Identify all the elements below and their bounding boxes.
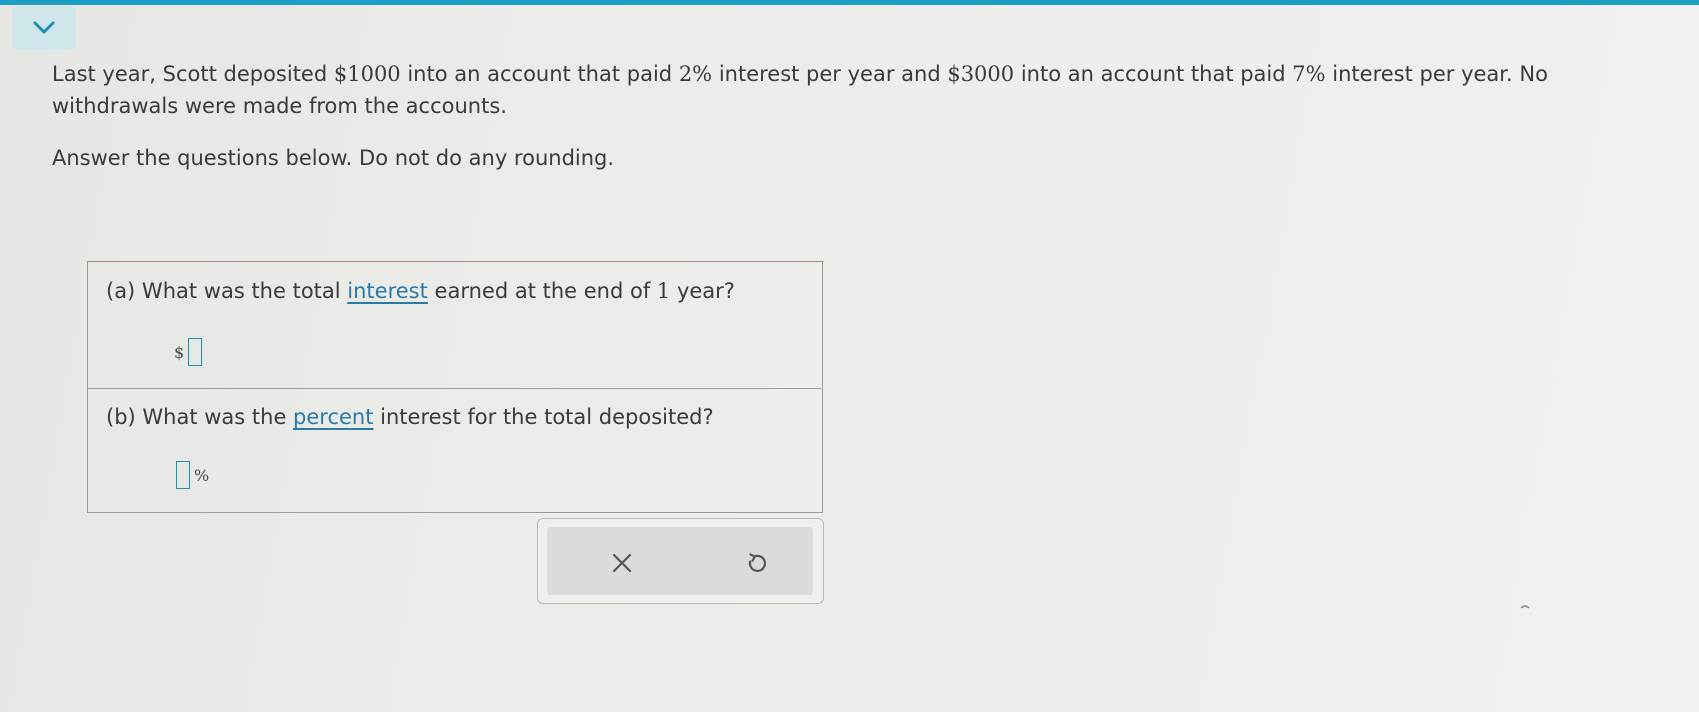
interest-link[interactable]: interest [347, 279, 428, 303]
percent-link[interactable]: percent [293, 405, 373, 429]
question-a-suffix: year? [670, 279, 735, 303]
question-b-section: (b) What was the percent interest for th… [88, 389, 821, 512]
question-b-prefix: (b) What was the [106, 405, 294, 429]
answer-a-row: $ [174, 338, 206, 366]
action-bar [547, 527, 813, 595]
question-a-number: 1 [656, 279, 671, 303]
interest-rate-2: 7% [1292, 62, 1326, 86]
question-a-section: (a) What was the total interest earned a… [88, 262, 821, 389]
dollar-unit: $ [174, 342, 185, 362]
interest-rate-1: 2% [678, 62, 713, 86]
question-b-text: (b) What was the percent interest for th… [106, 405, 714, 429]
instruction-text: Answer the questions below. Do not do an… [52, 146, 615, 170]
interest-answer-input[interactable] [188, 338, 203, 366]
deposit-amount-2: $3000 [947, 62, 1015, 86]
problem-text-3: interest per year and [712, 62, 948, 86]
question-a-prefix: (a) What was the total [106, 279, 348, 303]
percent-answer-input[interactable] [176, 461, 190, 489]
problem-text-2: into an account that paid [400, 62, 679, 86]
question-a-text: (a) What was the total interest earned a… [106, 279, 735, 303]
question-a-middle: earned at the end of [427, 279, 657, 303]
chevron-down-icon [33, 21, 55, 34]
deposit-amount-1: $1000 [333, 62, 401, 86]
problem-text-4: into an account that paid [1014, 62, 1293, 86]
problem-statement: Last year, Scott deposited $1000 into an… [52, 58, 1652, 122]
percent-unit: % [194, 465, 210, 485]
undo-button[interactable] [741, 547, 773, 579]
decorative-mark [1520, 605, 1530, 609]
top-accent-bar [0, 0, 1699, 5]
question-b-suffix: interest for the total deposited? [373, 405, 714, 429]
clear-button[interactable] [606, 547, 638, 579]
undo-icon [748, 553, 767, 572]
collapse-button[interactable] [12, 6, 76, 50]
problem-text-1: Last year, Scott deposited [52, 62, 334, 86]
close-icon [612, 553, 632, 573]
action-panel [537, 518, 824, 604]
answer-b-row: % [172, 461, 209, 489]
question-box: (a) What was the total interest earned a… [87, 261, 824, 513]
